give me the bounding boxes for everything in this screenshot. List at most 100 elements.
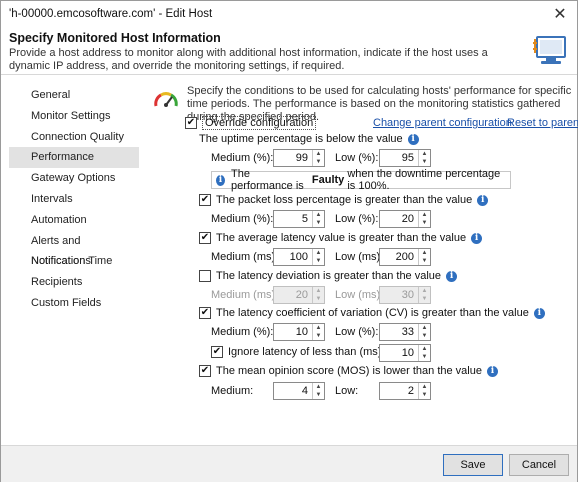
spinner-arrows-icon[interactable]: ▲ ▼ bbox=[312, 324, 324, 340]
sidebar-item-performance[interactable]: Performance bbox=[9, 147, 139, 169]
edit-host-window: 'h-00000.emcosoftware.com' - Edit Host ✕… bbox=[0, 0, 578, 482]
spinner-arrows-icon[interactable]: ▲ ▼ bbox=[418, 324, 430, 340]
spinner-arrows-icon[interactable]: ▲ ▼ bbox=[418, 249, 430, 265]
latency-dev-header: The latency deviation is greater than th… bbox=[199, 270, 458, 282]
latency-dev-low-label: Low (ms): bbox=[335, 289, 384, 301]
uptime-label: The uptime percentage is below the value bbox=[199, 133, 403, 145]
sidebar-item-recipients[interactable]: Recipients bbox=[9, 272, 139, 293]
spinner-arrows-icon[interactable]: ▲ ▼ bbox=[418, 383, 430, 399]
spinner-arrows-icon[interactable]: ▲ ▼ bbox=[312, 249, 324, 265]
uptime-low-value: 95 bbox=[401, 152, 414, 164]
avg-latency-checkbox[interactable]: ✔ bbox=[199, 232, 211, 244]
spinner-arrows-icon: ▲ ▼ bbox=[312, 287, 324, 303]
info-icon[interactable]: i bbox=[446, 270, 458, 282]
save-button[interactable]: Save bbox=[443, 454, 503, 476]
uptime-medium-input[interactable]: 99 ▲ ▼ bbox=[273, 149, 325, 167]
info-icon[interactable]: i bbox=[407, 133, 419, 145]
latency-dev-label: The latency deviation is greater than th… bbox=[216, 270, 442, 282]
performance-gauge-icon bbox=[154, 92, 178, 107]
ignore-latency-value: 10 bbox=[401, 347, 414, 359]
sidebar-item-connection-quality[interactable]: Connection Quality bbox=[9, 127, 139, 148]
packet-loss-low-label: Low (%): bbox=[335, 213, 379, 225]
override-row: ✔ Override configuration bbox=[185, 116, 317, 130]
packet-loss-header: ✔ The packet loss percentage is greater … bbox=[199, 194, 489, 206]
info-icon[interactable]: i bbox=[533, 307, 545, 319]
spinner-arrows-icon: ▲ ▼ bbox=[418, 287, 430, 303]
packet-loss-low-value: 20 bbox=[401, 213, 414, 225]
mos-label: The mean opinion score (MOS) is lower th… bbox=[216, 365, 482, 377]
sidebar-item-gateway-options[interactable]: Gateway Options bbox=[9, 168, 139, 189]
mos-low-input[interactable]: 2 ▲ ▼ bbox=[379, 382, 431, 400]
latency-dev-low-input: 30 ▲ ▼ bbox=[379, 286, 431, 304]
info-icon[interactable]: i bbox=[486, 365, 498, 377]
latency-dev-medium-value: 20 bbox=[295, 289, 308, 301]
uptime-low-input[interactable]: 95 ▲ ▼ bbox=[379, 149, 431, 167]
latency-cv-medium-value: 10 bbox=[295, 326, 308, 338]
sidebar-item-general[interactable]: General bbox=[9, 85, 139, 106]
change-parent-link[interactable]: Change parent configuration bbox=[373, 117, 512, 129]
sidebar: General Monitor Settings Connection Qual… bbox=[9, 85, 139, 314]
ignore-latency-checkbox[interactable]: ✔ bbox=[211, 346, 223, 358]
avg-latency-label: The average latency value is greater tha… bbox=[216, 232, 467, 244]
avg-latency-medium-value: 100 bbox=[289, 251, 308, 263]
monitor-host-icon bbox=[533, 36, 566, 64]
mos-low-label: Low: bbox=[335, 385, 359, 397]
latency-cv-medium-input[interactable]: 10 ▲ ▼ bbox=[273, 323, 325, 341]
packet-loss-medium-value: 5 bbox=[301, 213, 308, 225]
spinner-arrows-icon[interactable]: ▲ ▼ bbox=[418, 150, 430, 166]
title-bar: 'h-00000.emcosoftware.com' - Edit Host ✕ bbox=[1, 1, 577, 27]
packet-loss-medium-input[interactable]: 5 ▲ ▼ bbox=[273, 210, 325, 228]
performance-panel: Specify the conditions to be used for ca… bbox=[149, 81, 578, 441]
note-faulty: Faulty bbox=[311, 174, 345, 186]
info-icon: i bbox=[216, 174, 226, 186]
sidebar-item-intervals[interactable]: Intervals bbox=[9, 189, 139, 210]
sidebar-item-alerts-notifications[interactable]: Alerts and Notifications bbox=[9, 231, 139, 268]
sidebar-item-automation[interactable]: Automation bbox=[9, 210, 139, 231]
mos-header: ✔ The mean opinion score (MOS) is lower … bbox=[199, 365, 498, 377]
packet-loss-medium-label: Medium (%): bbox=[211, 213, 274, 225]
page-header: Specify Monitored Host Information Provi… bbox=[1, 27, 577, 75]
avg-latency-medium-input[interactable]: 100 ▲ ▼ bbox=[273, 248, 325, 266]
reset-parent-link[interactable]: Reset to parent bbox=[507, 117, 578, 129]
avg-latency-low-input[interactable]: 200 ▲ ▼ bbox=[379, 248, 431, 266]
spinner-arrows-icon[interactable]: ▲ ▼ bbox=[418, 211, 430, 227]
latency-cv-checkbox[interactable]: ✔ bbox=[199, 307, 211, 319]
ignore-latency-row: ✔ Ignore latency of less than (ms): bbox=[211, 346, 385, 358]
latency-cv-low-input[interactable]: 33 ▲ ▼ bbox=[379, 323, 431, 341]
latency-cv-low-value: 33 bbox=[401, 326, 414, 338]
sidebar-item-custom-fields[interactable]: Custom Fields bbox=[9, 293, 139, 314]
mos-medium-input[interactable]: 4 ▲ ▼ bbox=[273, 382, 325, 400]
latency-dev-checkbox[interactable] bbox=[199, 270, 211, 282]
spinner-arrows-icon[interactable]: ▲ ▼ bbox=[418, 345, 430, 361]
uptime-low-label: Low (%): bbox=[335, 152, 379, 164]
spinner-arrows-icon[interactable]: ▲ ▼ bbox=[312, 150, 324, 166]
latency-dev-medium-input: 20 ▲ ▼ bbox=[273, 286, 325, 304]
info-icon[interactable]: i bbox=[477, 194, 489, 206]
info-icon[interactable]: i bbox=[471, 232, 483, 244]
uptime-medium-label: Medium (%): bbox=[211, 152, 274, 164]
spinner-arrows-icon[interactable]: ▲ ▼ bbox=[312, 383, 324, 399]
packet-loss-checkbox[interactable]: ✔ bbox=[199, 194, 211, 206]
ignore-latency-label: Ignore latency of less than (ms): bbox=[228, 346, 385, 358]
close-icon[interactable]: ✕ bbox=[547, 3, 573, 25]
spinner-arrows-icon[interactable]: ▲ ▼ bbox=[312, 211, 324, 227]
faulty-note: i The performance is Faulty when the dow… bbox=[211, 168, 511, 192]
cancel-button[interactable]: Cancel bbox=[509, 454, 569, 476]
avg-latency-header: ✔ The average latency value is greater t… bbox=[199, 232, 483, 244]
latency-dev-low-value: 30 bbox=[401, 289, 414, 301]
uptime-medium-value: 99 bbox=[295, 152, 308, 164]
sidebar-item-monitor-settings[interactable]: Monitor Settings bbox=[9, 106, 139, 127]
packet-loss-low-input[interactable]: 20 ▲ ▼ bbox=[379, 210, 431, 228]
avg-latency-low-label: Low (ms): bbox=[335, 251, 384, 263]
latency-cv-header: ✔ The latency coefficient of variation (… bbox=[199, 307, 545, 319]
latency-dev-medium-label: Medium (ms): bbox=[211, 289, 279, 301]
window-title: 'h-00000.emcosoftware.com' - Edit Host bbox=[9, 8, 213, 20]
page-title: Specify Monitored Host Information bbox=[9, 31, 221, 45]
override-checkbox[interactable]: ✔ bbox=[185, 117, 197, 129]
mos-medium-label: Medium: bbox=[211, 385, 254, 397]
note-prefix: The performance is bbox=[231, 168, 304, 192]
ignore-latency-input[interactable]: 10 ▲ ▼ bbox=[379, 344, 431, 362]
mos-checkbox[interactable]: ✔ bbox=[199, 365, 211, 377]
latency-cv-label: The latency coefficient of variation (CV… bbox=[216, 307, 529, 319]
sidebar-item-notification-time[interactable]: Notification Time bbox=[9, 251, 139, 272]
